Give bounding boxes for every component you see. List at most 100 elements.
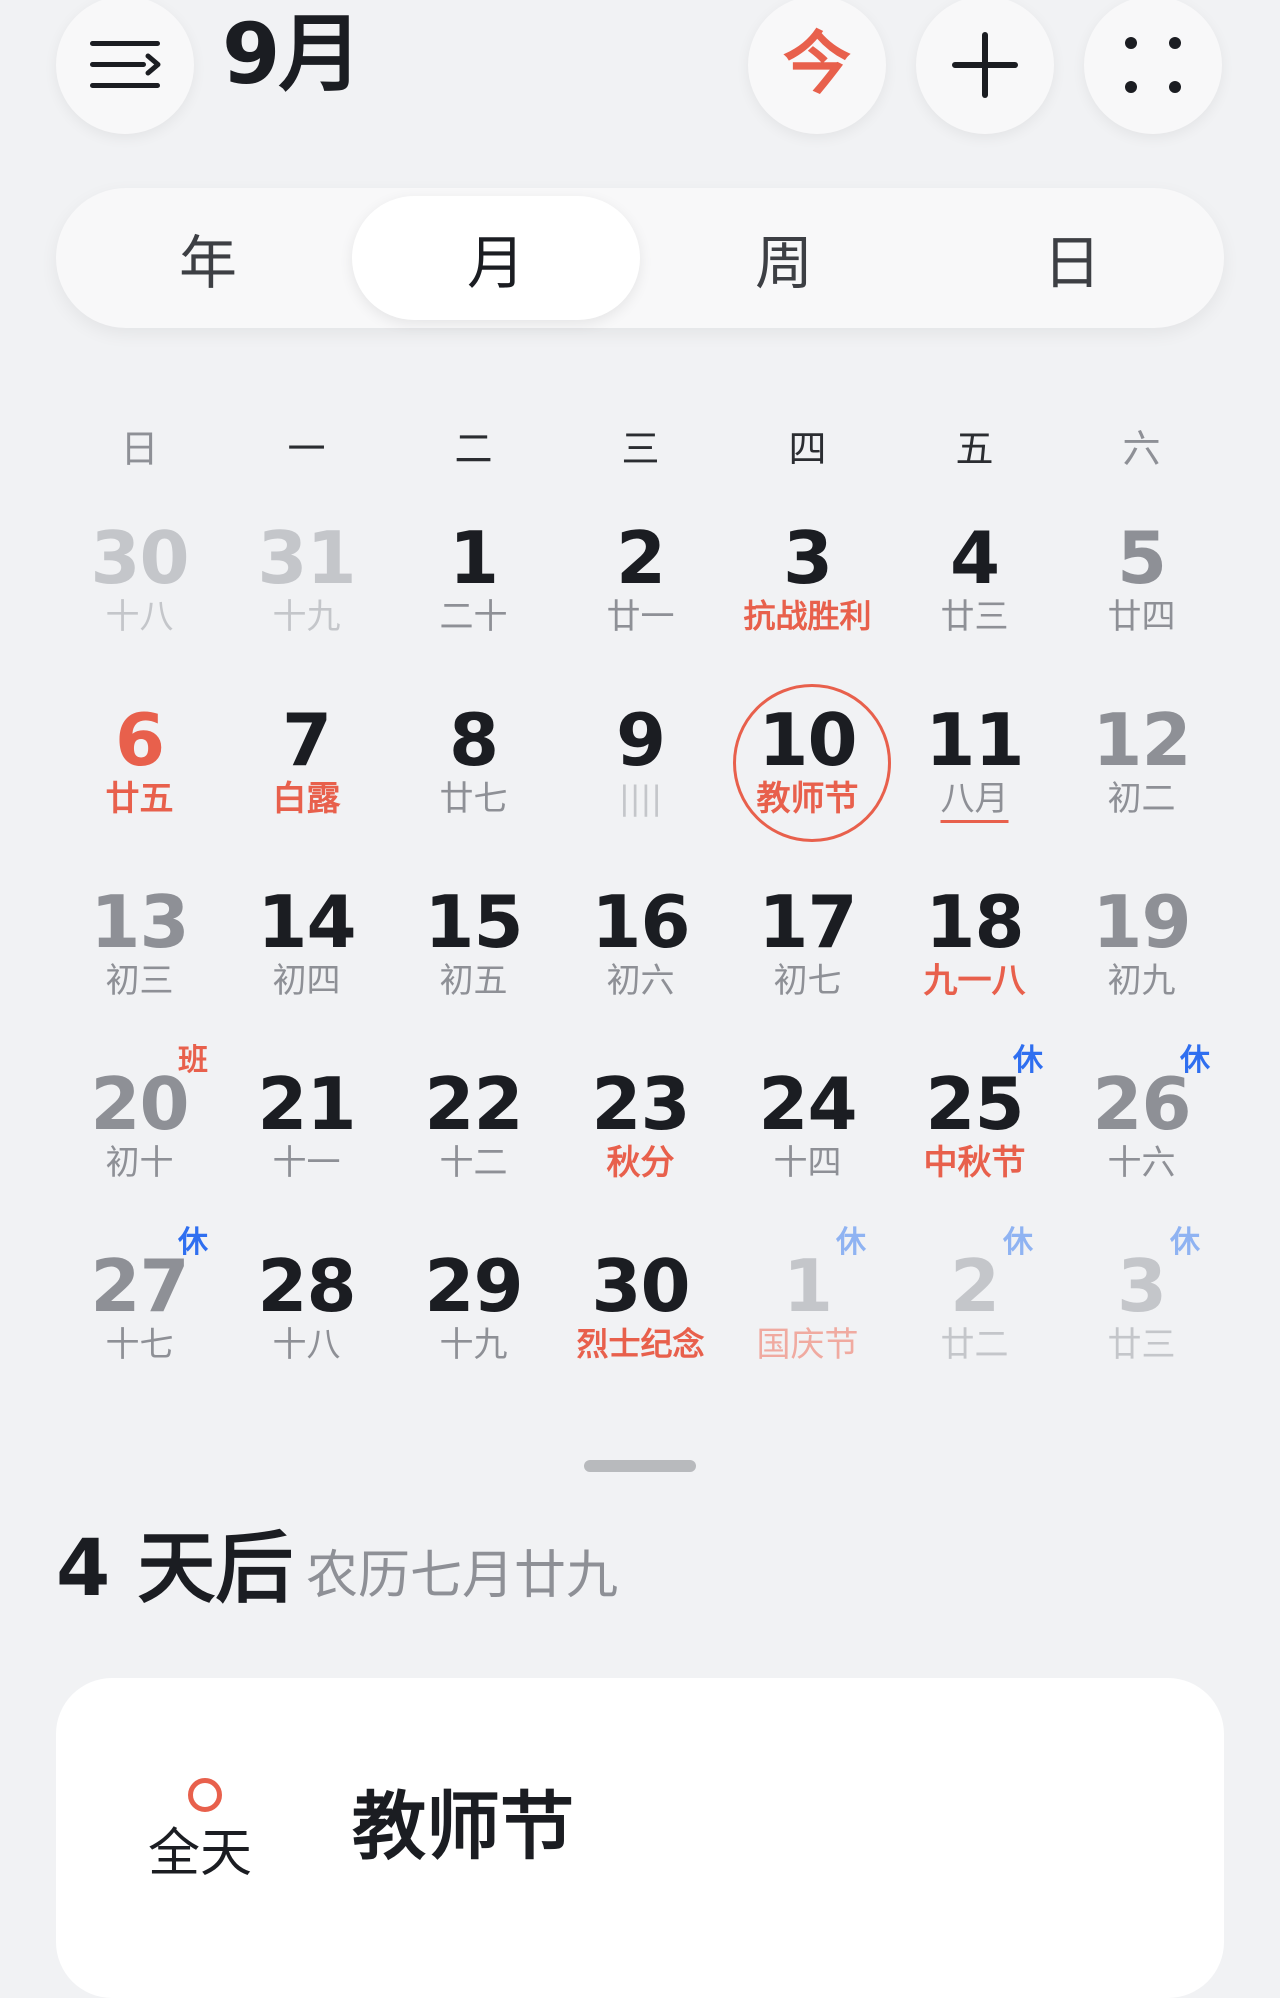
day-number: 7 [281, 698, 332, 782]
day-number: 3 [1116, 1244, 1167, 1328]
today-label: 今 [782, 25, 851, 104]
day-cell[interactable]: 3 抗战胜利 [724, 500, 891, 682]
day-lunar-label: 十八 [272, 1325, 341, 1365]
day-cell[interactable]: 6 廿五 [56, 682, 223, 864]
day-cell[interactable]: 8 廿七 [390, 682, 557, 864]
day-cell[interactable]: 10 教师节 [724, 682, 891, 864]
weekday-tue: 二 [454, 427, 493, 471]
day-cell[interactable]: 18 九一八 [891, 864, 1058, 1046]
weekday-wed: 三 [621, 427, 660, 471]
day-number: 5 [1116, 516, 1167, 600]
day-cell[interactable]: 2 廿二 休 [891, 1228, 1058, 1410]
day-cell[interactable]: 7 白露 [223, 682, 390, 864]
day-cell[interactable]: 1 国庆节 休 [724, 1228, 891, 1410]
day-lunar-label: 初九 [1107, 961, 1176, 1001]
tab-month[interactable]: 月 [352, 196, 640, 320]
day-cell[interactable]: 9 |||| [557, 682, 724, 864]
day-cell[interactable]: 3 廿三 休 [1058, 1228, 1225, 1410]
day-cell[interactable]: 12 初二 [1058, 682, 1225, 864]
day-badge: 休 [836, 1225, 866, 1260]
today-button[interactable]: 今 [748, 0, 886, 134]
day-cell[interactable]: 30 十八 [56, 500, 223, 682]
day-lunar-label: 初二 [1107, 779, 1176, 819]
day-lunar-label: 中秋节 [923, 1143, 1026, 1183]
day-lunar-label: 十四 [773, 1143, 842, 1183]
day-cell[interactable]: 27 十七 休 [56, 1228, 223, 1410]
day-number: 9 [615, 698, 666, 782]
day-cell[interactable]: 24 十四 [724, 1046, 891, 1228]
day-number: 15 [424, 880, 523, 964]
day-number: 17 [758, 880, 857, 964]
day-cell[interactable]: 17 初七 [724, 864, 891, 1046]
day-cell[interactable]: 19 初九 [1058, 864, 1225, 1046]
day-lunar-label: 廿四 [1107, 597, 1176, 637]
day-number: 4 [949, 516, 1000, 600]
day-cell[interactable]: 21 十一 [223, 1046, 390, 1228]
event-time-label: 全天 [148, 1824, 253, 1884]
day-cell[interactable]: 22 十二 [390, 1046, 557, 1228]
day-lunar-label: 八月 [940, 779, 1009, 819]
day-badge: 休 [1003, 1225, 1033, 1260]
day-cell[interactable]: 25 中秋节 休 [891, 1046, 1058, 1228]
menu-icon [90, 41, 161, 88]
day-lunar-label: 九一八 [923, 961, 1026, 1001]
day-cell[interactable]: 15 初五 [390, 864, 557, 1046]
drag-handle[interactable] [584, 1460, 696, 1472]
day-cell[interactable]: 31 十九 [223, 500, 390, 682]
event-title: 教师节 [352, 1784, 574, 1870]
day-lunar-label: 初四 [272, 961, 341, 1001]
day-cell[interactable]: 16 初六 [557, 864, 724, 1046]
day-number: 30 [591, 1244, 690, 1328]
tab-day[interactable]: 日 [928, 196, 1216, 320]
day-cell[interactable]: 11 八月 [891, 682, 1058, 864]
weekday-fri: 五 [955, 427, 994, 471]
more-dots-icon [1125, 37, 1181, 93]
weekday-mon: 一 [287, 427, 326, 471]
day-number: 20 [90, 1062, 189, 1146]
day-lunar-label: 廿五 [105, 779, 174, 819]
day-number: 27 [90, 1244, 189, 1328]
day-number: 16 [591, 880, 690, 964]
weekday-sun: 日 [120, 427, 159, 471]
day-cell[interactable]: 28 十八 [223, 1228, 390, 1410]
day-lunar-label: 初十 [105, 1143, 174, 1183]
day-number: 12 [1092, 698, 1191, 782]
day-lunar-label: 廿三 [940, 597, 1009, 637]
day-number: 2 [615, 516, 666, 600]
day-number: 23 [591, 1062, 690, 1146]
more-button[interactable] [1084, 0, 1222, 134]
month-title: 9月 [222, 5, 362, 103]
day-cell[interactable]: 13 初三 [56, 864, 223, 1046]
day-number: 30 [90, 516, 189, 600]
add-event-button[interactable] [916, 0, 1054, 134]
day-cell[interactable]: 23 秋分 [557, 1046, 724, 1228]
day-number: 26 [1092, 1062, 1191, 1146]
day-cell[interactable]: 20 初十 班 [56, 1046, 223, 1228]
day-number: 6 [114, 698, 165, 782]
day-cell[interactable]: 4 廿三 [891, 500, 1058, 682]
weekday-sat: 六 [1122, 427, 1161, 471]
event-card[interactable]: 全天 教师节 [56, 1678, 1224, 1998]
day-number: 22 [424, 1062, 523, 1146]
day-cell[interactable]: 30 烈士纪念 [557, 1228, 724, 1410]
day-cell[interactable]: 14 初四 [223, 864, 390, 1046]
day-cell[interactable]: 29 十九 [390, 1228, 557, 1410]
day-cell[interactable]: 26 十六 休 [1058, 1046, 1225, 1228]
day-cell[interactable]: 2 廿一 [557, 500, 724, 682]
day-lunar-label: 廿一 [606, 597, 675, 637]
plus-icon [952, 32, 1018, 98]
day-number: 10 [758, 698, 857, 782]
day-lunar-label: 初三 [105, 961, 174, 1001]
day-lunar-label: 国庆节 [756, 1325, 859, 1365]
menu-button[interactable] [56, 0, 194, 134]
tab-year[interactable]: 年 [64, 196, 352, 320]
event-dot-icon [188, 1778, 222, 1812]
day-number: 29 [424, 1244, 523, 1328]
day-badge: 休 [1013, 1043, 1043, 1078]
day-cell[interactable]: 5 廿四 [1058, 500, 1225, 682]
tab-week[interactable]: 周 [640, 196, 928, 320]
day-lunar-label: 秋分 [606, 1143, 675, 1183]
day-lunar-label: |||| [618, 779, 663, 817]
day-number: 21 [257, 1062, 356, 1146]
day-cell[interactable]: 1 二十 [390, 500, 557, 682]
